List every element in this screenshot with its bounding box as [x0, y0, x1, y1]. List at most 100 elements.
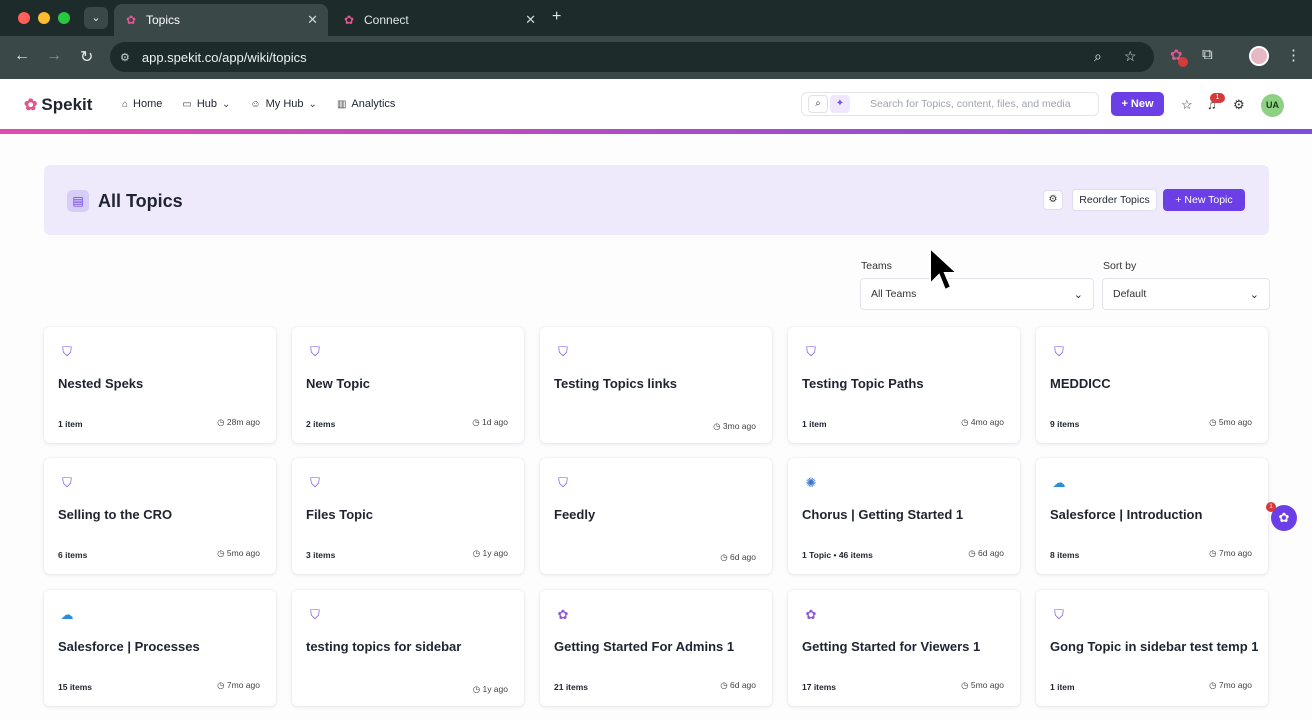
clock-icon: ◷ [217, 548, 227, 558]
zoom-icon[interactable]: ⌕ [1094, 48, 1102, 65]
extensions-puzzle-icon[interactable]: ⧉ [1202, 46, 1213, 63]
minimize-window-button[interactable] [38, 12, 50, 24]
time-value: 1y ago [482, 548, 508, 558]
ai-search-icon[interactable]: ✦ [830, 95, 850, 113]
topic-card[interactable]: ⛉ testing topics for sidebar ◷ 1y ago [292, 590, 524, 706]
search-input[interactable]: Search for Topics, content, files, and m… [870, 98, 1071, 110]
maximize-window-button[interactable] [58, 12, 70, 24]
notification-badge: 1 [1210, 93, 1225, 103]
tab-title: Connect [364, 13, 409, 27]
nav-item-analytics[interactable]: ▥ Analytics [337, 98, 395, 110]
topic-updated-time: ◷ 1d ago [472, 417, 508, 428]
forward-arrow-icon[interactable]: → [46, 47, 62, 65]
topic-card[interactable]: ⛉ Testing Topic Paths 1 item ◷ 4mo ago [788, 327, 1020, 443]
topic-title: Files Topic [306, 507, 373, 522]
salesforce-icon: ☁ [1052, 475, 1066, 490]
topic-card[interactable]: ✿ Getting Started For Admins 1 21 items ◷ 6… [540, 590, 772, 706]
bookmark-star-icon[interactable]: ☆ [1124, 48, 1137, 65]
close-window-button[interactable] [18, 12, 30, 24]
topic-card[interactable]: ☁ Salesforce | Processes 15 items ◷ 7mo ago [44, 590, 276, 706]
settings-gear-icon[interactable]: ⚙ [1233, 97, 1245, 113]
spekit-icon: ✿ [805, 607, 817, 622]
site-info-icon[interactable]: ⚙ [120, 51, 130, 64]
topic-updated-time: ◷ 5mo ago [1209, 417, 1252, 428]
topic-title: Testing Topic Paths [802, 376, 924, 391]
app-header: ✿ Spekit ⌂ Home ▭ Hub ⌄ ☺ My Hub ⌄ ▥ Ana… [0, 79, 1312, 130]
new-tab-button[interactable]: + [552, 8, 561, 26]
nav-item-my-hub[interactable]: ☺ My Hub ⌄ [250, 98, 317, 110]
topic-updated-time: ◷ 7mo ago [1209, 680, 1252, 691]
topic-title: MEDDICC [1050, 376, 1111, 391]
topic-updated-time: ◷ 1y ago [473, 548, 508, 559]
address-bar[interactable]: ⚙ app.spekit.co/app/wiki/topics ⌕ ☆ [110, 42, 1154, 72]
topic-updated-time: ◷ 5mo ago [961, 680, 1004, 691]
logo-text: Spekit [41, 95, 93, 114]
topic-card[interactable]: ☁ Salesforce | Introduction 8 items ◷ 7mo a… [1036, 458, 1268, 574]
profile-avatar[interactable] [1249, 46, 1269, 66]
teams-select-value: All Teams [871, 288, 917, 300]
topic-item-count: 6 items [58, 550, 88, 560]
topic-updated-time: ◷ 4mo ago [961, 417, 1004, 428]
clock-icon: ◷ [472, 684, 483, 694]
time-value: 6d ago [978, 548, 1004, 558]
new-button[interactable]: + New [1111, 92, 1164, 116]
teams-select[interactable]: All Teams ⌄ [860, 278, 1094, 310]
global-search[interactable]: ⌕ ✦ Search for Topics, content, files, a… [801, 92, 1099, 116]
time-value: 5mo ago [226, 548, 260, 558]
topic-card[interactable]: ✺ Chorus | Getting Started 1 1 Topic • 46 … [788, 458, 1020, 574]
clock-icon: ◷ [1209, 548, 1219, 558]
reload-icon[interactable]: ↻ [80, 47, 93, 67]
main-content: ▤ All Topics ⚙ Reorder Topics + New Topi… [0, 134, 1312, 720]
topic-card[interactable]: ✿ Getting Started for Viewers 1 17 items ◷ … [788, 590, 1020, 706]
main-nav: ⌂ Home ▭ Hub ⌄ ☺ My Hub ⌄ ▥ Analytics [122, 98, 395, 110]
topic-card[interactable]: ⛉ Selling to the CRO 6 items ◷ 5mo ago [44, 458, 276, 574]
topic-item-count: 2 items [306, 419, 336, 429]
close-tab-icon[interactable]: ✕ [525, 12, 536, 28]
tab-search-chevron-icon[interactable]: ⌄ [84, 7, 108, 29]
browser-tab-connect[interactable]: ✿ Connect ✕ [332, 4, 546, 36]
topic-updated-time: ◷ 1y ago [473, 684, 508, 695]
star-icon[interactable]: ☆ [1181, 97, 1193, 113]
topic-item-count: 8 items [1050, 550, 1080, 560]
topic-card[interactable]: ⛉ Gong Topic in sidebar test temp 1 1 item… [1036, 590, 1268, 706]
chorus-icon: ✺ [805, 475, 817, 490]
topic-card[interactable]: ⛉ Files Topic 3 items ◷ 1y ago [292, 458, 524, 574]
topic-card[interactable]: ⛉ Testing Topics links ◷ 3mo ago [540, 327, 772, 443]
bookmark-icon: ⛉ [558, 475, 568, 490]
topic-settings-gear-icon[interactable]: ⚙ [1043, 190, 1063, 210]
reorder-topics-button[interactable]: Reorder Topics [1072, 189, 1157, 211]
chevron-down-icon: ⌄ [1249, 288, 1259, 301]
chart-icon: ▥ [336, 98, 347, 110]
menu-kebab-icon[interactable]: ⋮ [1286, 46, 1301, 64]
search-icon[interactable]: ⌕ [808, 95, 828, 113]
topic-card[interactable]: ⛉ MEDDICC 9 items ◷ 5mo ago [1036, 327, 1268, 443]
topic-title: Salesforce | Introduction [1050, 507, 1203, 522]
time-value: 28m ago [226, 417, 260, 427]
teams-filter-label: Teams [861, 260, 892, 272]
clock-icon: ◷ [961, 680, 971, 690]
close-tab-icon[interactable]: ✕ [307, 12, 318, 28]
clock-icon: ◷ [217, 417, 227, 427]
time-value: 7mo ago [1218, 680, 1252, 690]
topic-title: Getting Started for Viewers 1 [802, 639, 981, 654]
bookmark-icon: ⛉ [310, 475, 320, 490]
topic-card[interactable]: ⛉ New Topic 2 items ◷ 1d ago [292, 327, 524, 443]
topic-card[interactable]: ⛉ Nested Speks 1 item ◷ 28m ago [44, 327, 276, 443]
user-avatar[interactable]: UA [1261, 94, 1284, 117]
topic-title: Testing Topics links [554, 376, 678, 391]
topic-title: Nested Speks [58, 376, 144, 391]
back-arrow-icon[interactable]: ← [14, 47, 30, 65]
bookmark-icon: ⛉ [310, 607, 320, 622]
nav-label: Hub [196, 98, 218, 110]
time-value: 6d ago [730, 680, 756, 690]
topic-card[interactable]: ⛉ Feedly ◷ 6d ago [540, 458, 772, 574]
time-value: 1y ago [482, 684, 508, 694]
spekit-logo[interactable]: ✿ Spekit [24, 95, 92, 115]
chevron-down-icon: ⌄ [1073, 288, 1083, 301]
topics-banner: ▤ All Topics ⚙ Reorder Topics + New Topi… [44, 165, 1269, 235]
new-topic-button[interactable]: + New Topic [1163, 189, 1245, 211]
nav-item-hub[interactable]: ▭ Hub ⌄ [182, 98, 230, 110]
sort-by-select[interactable]: Default ⌄ [1102, 278, 1270, 310]
browser-tab-topics[interactable]: ✿ Topics ✕ [114, 4, 328, 36]
nav-item-home[interactable]: ⌂ Home [122, 98, 162, 110]
